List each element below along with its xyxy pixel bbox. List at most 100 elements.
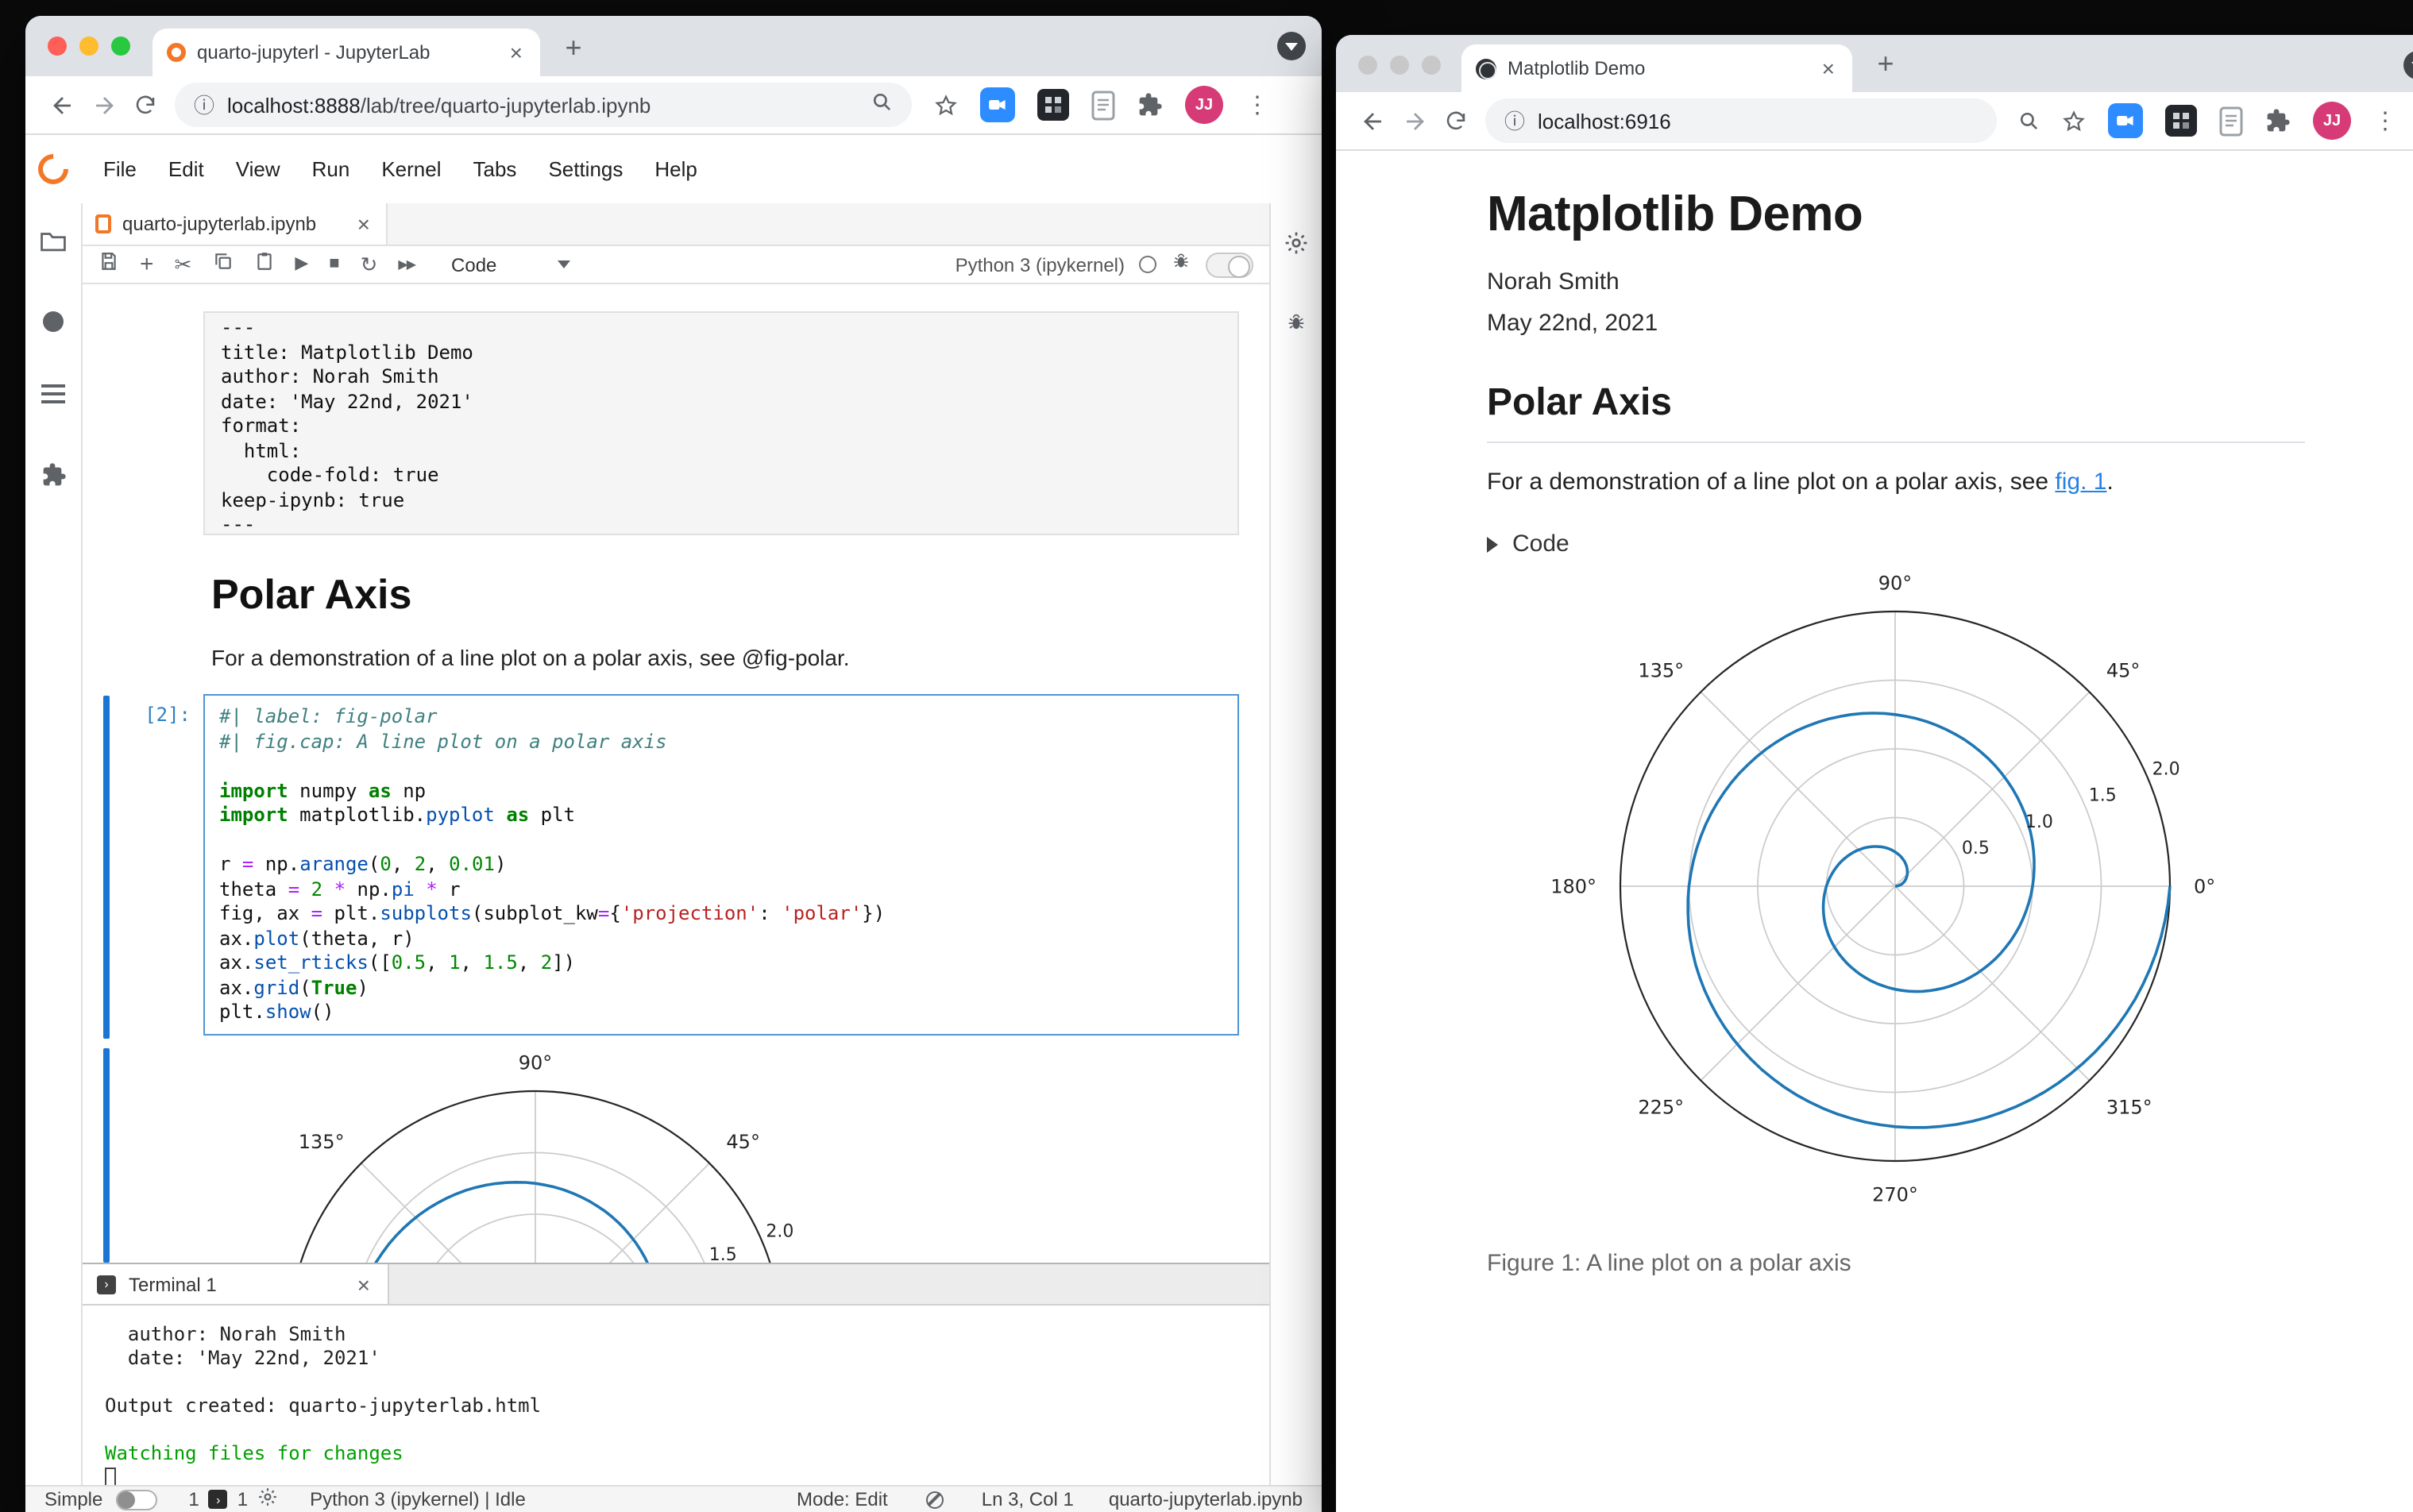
tab-overview-button[interactable] [2403, 51, 2413, 79]
terminal-line: author: Norah Smith [105, 1323, 346, 1345]
address-bar[interactable]: ⓘ localhost:8888/lab/tree/quarto-jupyter… [175, 83, 912, 127]
tab-overview-button[interactable] [1277, 32, 1306, 60]
kernel-name[interactable]: Python 3 (ipykernel) [956, 253, 1125, 276]
page-favicon-icon [1476, 58, 1496, 79]
restart-run-all-button[interactable]: ▶▶ [398, 257, 416, 271]
kernel-status-icon [1139, 256, 1156, 273]
document-extension-icon[interactable] [1091, 90, 1115, 120]
right-browser-toolbar: ⓘ localhost:6916 JJ ⋮ [1336, 92, 2413, 151]
menu-tabs[interactable]: Tabs [458, 157, 533, 181]
rendered-page[interactable]: Matplotlib Demo Norah Smith May 22nd, 20… [1336, 151, 2413, 1512]
svg-text:0.5: 0.5 [1962, 839, 1990, 858]
property-inspector-gear-icon[interactable] [1284, 230, 1309, 264]
code-editor[interactable]: #| label: fig-polar #| fig.cap: A line pl… [203, 694, 1239, 1036]
svg-text:90°: 90° [519, 1051, 553, 1074]
minimize-window-button[interactable] [1390, 56, 1409, 75]
window-controls [48, 37, 130, 56]
running-kernels-icon[interactable] [43, 311, 64, 332]
paste-cell-button[interactable] [253, 250, 274, 279]
raw-line: --- [221, 316, 256, 338]
toolbar-toggle[interactable] [1206, 252, 1253, 277]
left-browser-toolbar: ⓘ localhost:8888/lab/tree/quarto-jupyter… [25, 76, 1322, 135]
menu-settings[interactable]: Settings [532, 157, 639, 181]
file-browser-icon[interactable] [40, 229, 67, 260]
svg-text:135°: 135° [1638, 660, 1684, 682]
figure-link[interactable]: fig. 1 [2055, 469, 2106, 496]
cursor-position[interactable]: Ln 3, Col 1 [982, 1488, 1074, 1510]
terminal-output[interactable]: author: Norah Smith date: 'May 22nd, 202… [83, 1306, 1269, 1485]
back-button[interactable] [41, 84, 83, 125]
search-icon[interactable] [2019, 110, 2040, 131]
terminal-tab-close-icon[interactable]: × [354, 1273, 373, 1295]
menu-kernel[interactable]: Kernel [365, 157, 457, 181]
add-cell-button[interactable]: + [140, 253, 154, 276]
reload-button[interactable] [1434, 100, 1476, 141]
kernel-status-text[interactable]: Python 3 (ipykernel) | Idle [310, 1488, 526, 1510]
notebook-scroll-area[interactable]: --- title: Matplotlib Demo author: Norah… [83, 284, 1269, 1263]
close-window-button[interactable] [1358, 56, 1377, 75]
search-icon[interactable] [872, 92, 893, 118]
new-tab-button[interactable]: + [553, 27, 594, 68]
menu-run[interactable]: Run [296, 157, 366, 181]
fullscreen-window-button[interactable] [111, 37, 130, 56]
svg-text:270°: 270° [1872, 1183, 1918, 1205]
copy-cell-button[interactable] [212, 250, 233, 279]
raw-frontmatter-cell[interactable]: --- title: Matplotlib Demo author: Norah… [203, 311, 1239, 535]
code-fold-toggle[interactable]: Code [1487, 530, 2305, 557]
extensions-puzzle-icon[interactable] [2265, 108, 2291, 133]
stop-kernel-button[interactable]: ■ [329, 255, 339, 273]
profile-avatar[interactable]: JJ [1185, 86, 1223, 124]
debugger-sidebar-bug-icon[interactable] [1285, 311, 1307, 341]
notebook-tab[interactable]: quarto-jupyterlab.ipynb × [83, 203, 388, 245]
menu-view[interactable]: View [220, 157, 296, 181]
video-camera-extension-icon[interactable] [2108, 103, 2143, 138]
browser-tab-jupyterlab[interactable]: quarto-jupyterl - JupyterLab × [153, 29, 540, 76]
browser-menu-icon[interactable]: ⋮ [2373, 106, 2397, 135]
menu-help[interactable]: Help [639, 157, 713, 181]
browser-menu-icon[interactable]: ⋮ [1245, 91, 1269, 119]
forward-button[interactable] [1393, 100, 1434, 141]
site-info-icon[interactable]: ⓘ [1504, 110, 1525, 131]
video-camera-extension-icon[interactable] [980, 87, 1015, 122]
restart-kernel-button[interactable]: ↻ [361, 254, 378, 275]
terminal-session-icon[interactable]: › [208, 1490, 228, 1509]
grid-extension-icon[interactable] [1037, 89, 1069, 121]
debugger-bug-icon[interactable] [1171, 250, 1191, 279]
site-info-icon[interactable]: ⓘ [194, 94, 214, 115]
table-of-contents-icon[interactable] [41, 383, 65, 411]
menu-edit[interactable]: Edit [153, 157, 220, 181]
terminal-tab[interactable]: › Terminal 1 × [83, 1264, 389, 1304]
fullscreen-window-button[interactable] [1422, 56, 1441, 75]
save-button[interactable] [98, 250, 119, 279]
browser-tab-demo[interactable]: Matplotlib Demo × [1461, 44, 1852, 92]
svg-text:135°: 135° [299, 1131, 345, 1153]
profile-avatar[interactable]: JJ [2313, 102, 2351, 140]
extension-manager-icon[interactable] [41, 462, 66, 496]
left-tab-strip: quarto-jupyterl - JupyterLab × + [25, 16, 1322, 76]
extensions-puzzle-icon[interactable] [1137, 92, 1163, 118]
kernel-sessions-icon[interactable] [257, 1487, 278, 1512]
terminal-icon: › [97, 1275, 116, 1294]
cut-cell-button[interactable]: ✂ [175, 254, 192, 275]
document-extension-icon[interactable] [2219, 106, 2243, 136]
new-tab-button[interactable]: + [1865, 43, 1906, 84]
back-button[interactable] [1352, 100, 1393, 141]
address-bar[interactable]: ⓘ localhost:6916 [1485, 98, 1997, 143]
notebook-tab-close-icon[interactable]: × [354, 213, 373, 235]
bookmark-star-icon[interactable] [934, 93, 958, 117]
forward-button[interactable] [83, 84, 124, 125]
close-window-button[interactable] [48, 37, 67, 56]
minimize-window-button[interactable] [79, 37, 98, 56]
reload-button[interactable] [124, 84, 165, 125]
raw-line: --- [221, 513, 256, 535]
mode-indicator[interactable]: Mode: Edit [797, 1488, 888, 1510]
bookmark-star-icon[interactable] [2062, 109, 2086, 133]
cell-type-dropdown[interactable]: Code [451, 253, 570, 276]
terminals-count: 1 [188, 1488, 199, 1510]
tab-close-icon[interactable]: × [507, 41, 526, 64]
grid-extension-icon[interactable] [2165, 105, 2197, 137]
tab-close-icon[interactable]: × [1819, 57, 1838, 79]
menu-file[interactable]: File [87, 157, 153, 181]
simple-mode-toggle[interactable] [115, 1489, 157, 1510]
run-cell-button[interactable]: ▶ [295, 255, 308, 273]
